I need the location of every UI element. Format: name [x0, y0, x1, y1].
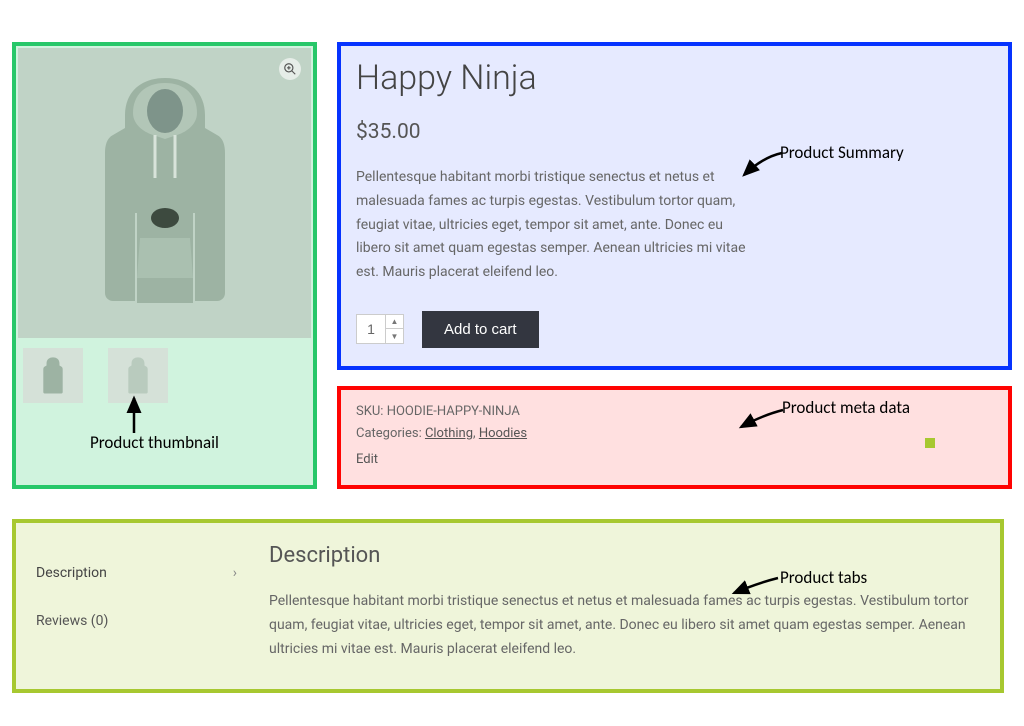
quantity-input[interactable] [357, 321, 385, 337]
category-link-clothing[interactable]: Clothing [425, 426, 473, 441]
sku-value: HOODIE-HAPPY-NINJA [387, 404, 520, 419]
hoodie-icon [65, 63, 265, 323]
product-main-image[interactable] [18, 48, 311, 338]
add-to-cart-button[interactable]: Add to cart [422, 311, 539, 348]
annotation-thumbnail: Product thumbnail [90, 432, 219, 453]
arrow-icon [728, 573, 783, 601]
quantity-down-icon[interactable]: ▼ [386, 329, 403, 343]
product-short-description: Pellentesque habitant morbi tristique se… [356, 166, 756, 285]
arrow-icon [735, 405, 787, 435]
tabs-nav: Description › Reviews (0) [24, 531, 249, 661]
tab-content-title: Description [269, 543, 972, 568]
add-to-cart-form: ▲ ▼ Add to cart [356, 311, 993, 348]
chevron-right-icon: › [233, 565, 237, 581]
decorative-square [925, 438, 935, 448]
tab-reviews[interactable]: Reviews (0) [24, 597, 249, 645]
annotation-meta: Product meta data [782, 397, 910, 418]
quantity-stepper[interactable]: ▲ ▼ [356, 314, 404, 344]
product-tabs-region: Description › Reviews (0) Description Pe… [12, 519, 1004, 693]
annotation-tabs: Product tabs [780, 567, 867, 588]
thumbnail-1[interactable] [23, 348, 83, 403]
tab-label: Reviews (0) [36, 613, 108, 629]
tab-description[interactable]: Description › [24, 549, 249, 597]
zoom-icon[interactable] [279, 58, 301, 80]
sku-label: SKU: [356, 404, 387, 419]
product-title: Happy Ninja [356, 58, 993, 98]
thumbnail-gallery [18, 338, 311, 413]
product-summary-region: Happy Ninja $35.00 Pellentesque habitant… [337, 42, 1012, 370]
product-price: $35.00 [356, 120, 993, 144]
annotation-summary: Product Summary [780, 142, 904, 163]
edit-link[interactable]: Edit [356, 452, 378, 467]
category-link-hoodies[interactable]: Hoodies [479, 426, 527, 441]
product-thumbnail-region [12, 42, 317, 489]
categories-line: Categories: Clothing, Hoodies [356, 426, 993, 441]
quantity-up-icon[interactable]: ▲ [386, 315, 403, 329]
categories-label: Categories: [356, 426, 425, 441]
product-meta-region: SKU: HOODIE-HAPPY-NINJA Categories: Clot… [337, 386, 1012, 489]
arrow-icon [119, 395, 149, 435]
arrow-icon [738, 145, 786, 183]
tab-label: Description [36, 565, 107, 581]
tab-content: Description Pellentesque habitant morbi … [249, 531, 992, 661]
tab-content-body: Pellentesque habitant morbi tristique se… [269, 590, 972, 661]
